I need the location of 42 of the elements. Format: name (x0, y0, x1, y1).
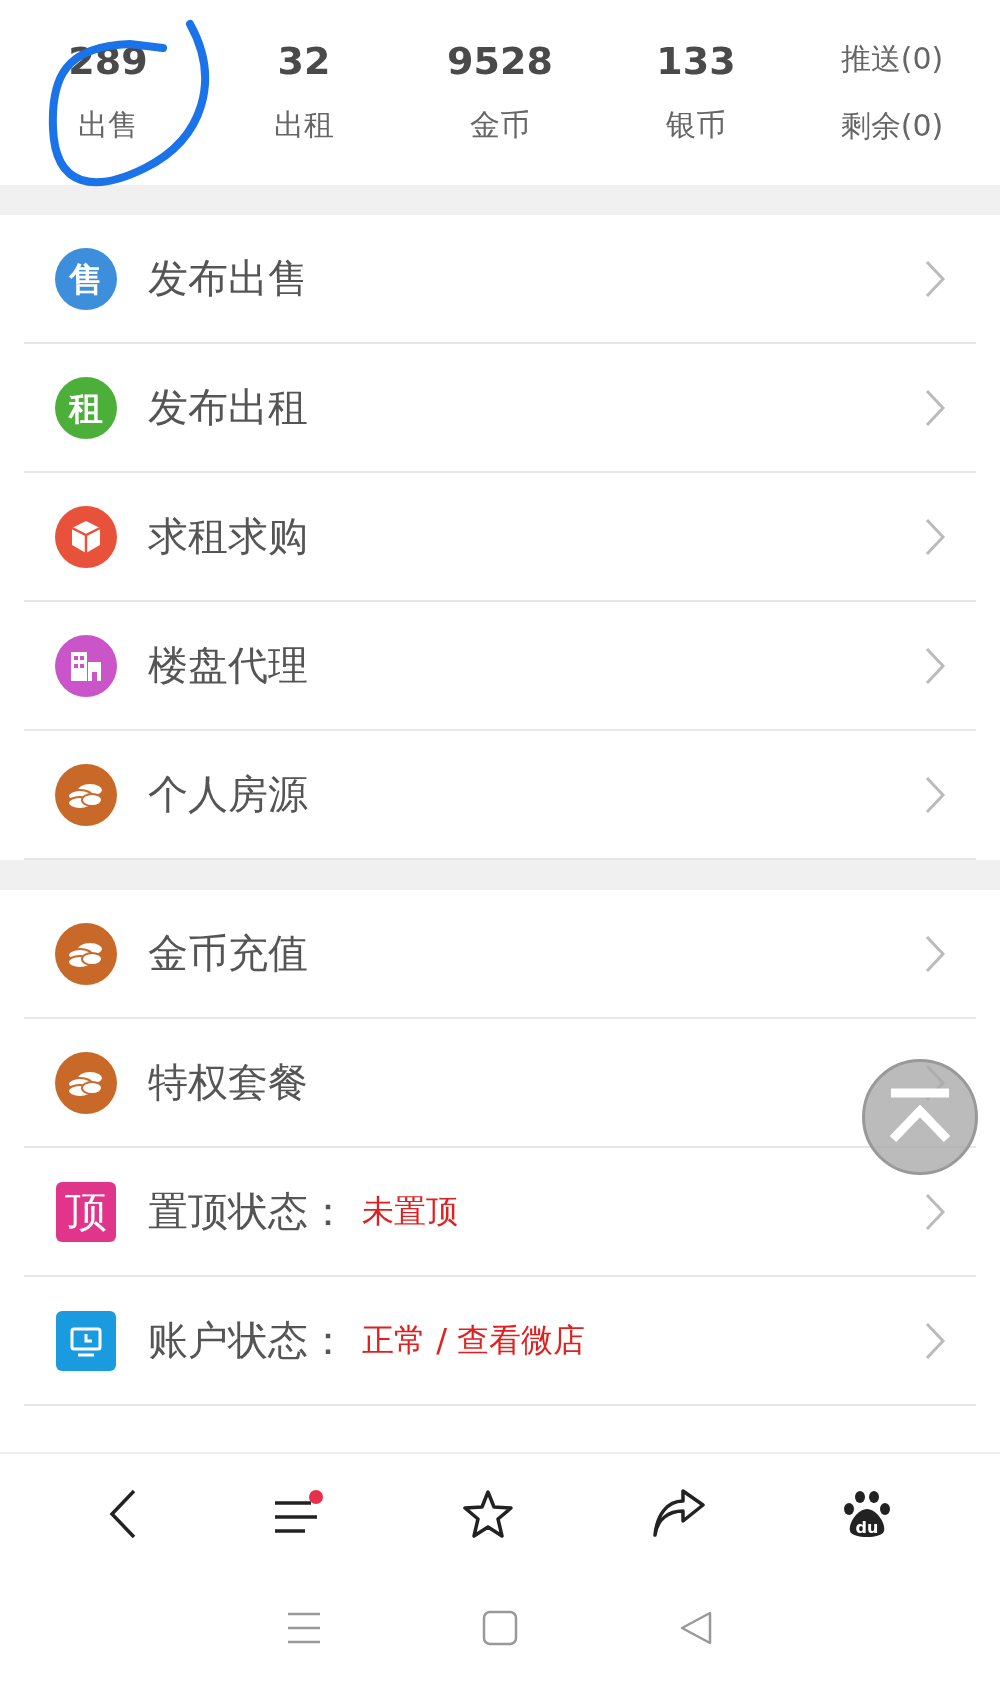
menu-label: 个人房源 (148, 770, 308, 819)
menu-item[interactable]: 金币充值 (24, 890, 976, 1019)
counter-label: 剩余(0) (840, 106, 944, 145)
badge-icon: 租 (54, 375, 118, 440)
menu-item[interactable]: 求租求购 (24, 473, 976, 602)
stat-value: 9528 (447, 39, 553, 83)
menu-item[interactable]: 楼盘代理 (24, 602, 976, 731)
chevron-icon (924, 645, 946, 686)
menu-label: 求租求购 (148, 512, 308, 561)
status-value: 未置顶 (362, 1190, 458, 1232)
menu-label: 特权套餐 (148, 1058, 308, 1107)
stat-value: 32 (277, 39, 331, 83)
chevron-icon (924, 774, 946, 815)
star-icon[interactable] (461, 1488, 515, 1540)
menu-item[interactable]: 账户状态： 正常 / 查看微店 (24, 1277, 976, 1406)
menu-item[interactable]: 售 发布出售 (24, 215, 976, 344)
menu-item[interactable]: 租 发布出租 (24, 344, 976, 473)
stat-label: 出售 (78, 106, 138, 144)
stat-value: 133 (656, 39, 736, 83)
square-icon[interactable] (482, 1610, 518, 1646)
chevron-icon (924, 1191, 946, 1232)
chevron-icon (924, 516, 946, 557)
chevron-icon (924, 1320, 946, 1361)
chevron-icon (924, 387, 946, 428)
menu-label: 置顶状态： (148, 1187, 348, 1236)
stat-label: 金币 (470, 106, 530, 144)
share-icon[interactable] (650, 1489, 707, 1539)
triangle-back-icon[interactable] (678, 1610, 714, 1646)
menu-label: 账户状态： (148, 1316, 348, 1365)
chevron-icon (924, 258, 946, 299)
menu-label: 发布出售 (148, 254, 308, 303)
stat-label: 银币 (666, 106, 726, 144)
menu-label: 金币充值 (148, 929, 308, 978)
chevron-icon (924, 933, 946, 974)
menu-label: 发布出租 (148, 383, 308, 432)
badge-icon: 售 (54, 246, 118, 311)
badge-icon: 顶 (54, 1179, 118, 1244)
menu-label: 楼盘代理 (148, 641, 308, 690)
stat-label: 出租 (274, 106, 334, 144)
counter-label: 推送(0) (840, 39, 944, 78)
status-value: 正常 / 查看微店 (362, 1319, 586, 1361)
back-icon[interactable] (107, 1488, 138, 1540)
